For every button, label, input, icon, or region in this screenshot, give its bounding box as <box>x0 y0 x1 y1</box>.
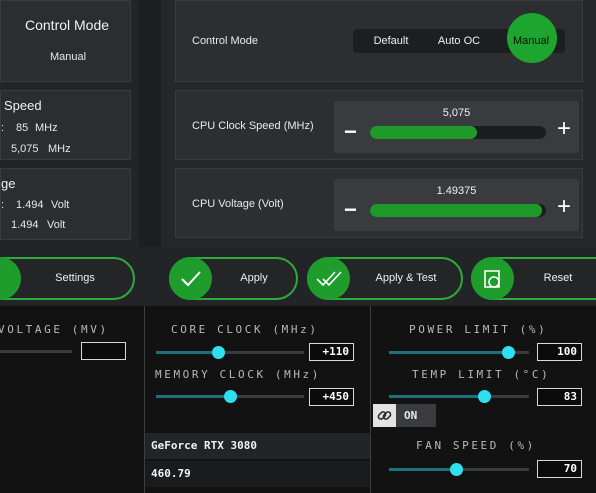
column-divider <box>370 306 371 493</box>
check-icon <box>169 257 212 300</box>
mode-option-auto-oc[interactable]: Auto OC <box>429 29 489 53</box>
speed-row-1-unit: MHz <box>35 122 58 134</box>
link-icon <box>373 404 396 427</box>
cpu-clock-increase-button[interactable]: + <box>557 115 571 143</box>
control-mode-summary-title: Control Mode <box>25 17 110 33</box>
speed-row-1-prefix: : <box>1 122 5 134</box>
gpu-tuning-tool: VOLTAGE (MV) CORE CLOCK (MHz) +110 MEMOR… <box>0 306 596 493</box>
voltage-summary-title: ge <box>1 176 16 191</box>
power-limit-knob[interactable] <box>502 346 515 359</box>
speed-row-1-value: 85 <box>16 122 29 134</box>
cpu-clock-slider[interactable]: 5,075 − + <box>334 101 579 153</box>
temp-limit-heading: TEMP LIMIT (°C) <box>412 368 551 381</box>
speed-row-2-unit: MHz <box>48 143 71 155</box>
control-mode-summary-panel: Control Mode Manual <box>0 0 131 82</box>
core-clock-value-box[interactable]: +110 <box>309 343 354 361</box>
temp-limit-slider[interactable] <box>389 390 529 403</box>
voltage-slider[interactable] <box>0 350 72 353</box>
cpu-voltage-slider[interactable]: 1.49375 − + <box>334 179 579 231</box>
voltage-row-2-value: 1.494 <box>11 219 39 231</box>
fan-speed-fill <box>389 468 457 471</box>
link-toggle-label: ON <box>404 409 418 422</box>
core-clock-knob[interactable] <box>212 346 226 359</box>
reset-button-label: Reset <box>543 272 573 284</box>
double-check-icon <box>307 257 350 300</box>
voltage-row-1-unit: Volt <box>51 199 70 211</box>
cpu-voltage-track[interactable] <box>370 204 546 217</box>
memory-clock-slider[interactable] <box>156 390 304 403</box>
cpu-clock-panel: CPU Clock Speed (MHz) 5,075 − + <box>175 90 583 160</box>
fan-speed-slider[interactable] <box>389 463 529 476</box>
cpu-clock-track[interactable] <box>370 126 546 139</box>
mode-option-manual[interactable]: Manual <box>501 29 561 53</box>
apply-button-label: Apply <box>240 272 268 284</box>
power-limit-heading: POWER LIMIT (%) <box>409 323 548 336</box>
overclock-app: Control Mode Manual Speed : 85 MHz 5,075… <box>0 0 596 305</box>
speed-summary-title: Speed <box>4 98 42 113</box>
memory-clock-knob[interactable] <box>224 390 237 403</box>
memory-clock-fill <box>156 395 230 398</box>
speed-summary-panel: Speed : 85 MHz 5,075 MHz <box>0 90 131 160</box>
cpu-voltage-panel: CPU Voltage (Volt) 1.49375 − + <box>175 168 583 238</box>
cpu-clock-label: CPU Clock Speed (MHz) <box>192 120 314 132</box>
voltage-row-1-prefix: : <box>1 199 5 211</box>
cpu-voltage-fill <box>370 204 543 217</box>
voltage-heading: VOLTAGE (MV) <box>0 323 109 336</box>
apply-button[interactable]: Apply <box>169 257 298 300</box>
voltage-value-box[interactable] <box>81 342 126 360</box>
memory-clock-heading: MEMORY CLOCK (MHz) <box>155 368 322 381</box>
driver-version: 460.79 <box>145 461 370 487</box>
cpu-voltage-increase-button[interactable]: + <box>557 193 571 221</box>
speed-row-2-value: 5,075 <box>11 143 39 155</box>
voltage-row-2-unit: Volt <box>47 219 66 231</box>
gpu-name: GeForce RTX 3080 <box>145 433 370 459</box>
apply-test-button-label: Apply & Test <box>375 272 437 284</box>
power-limit-value-box[interactable]: 100 <box>537 343 582 361</box>
cpu-clock-decrease-button[interactable]: − <box>344 119 357 145</box>
temp-limit-fill <box>389 395 485 398</box>
mode-option-default[interactable]: Default <box>361 29 421 53</box>
control-mode-summary-value: Manual <box>50 51 87 63</box>
cpu-clock-fill <box>370 126 478 139</box>
temp-limit-knob[interactable] <box>478 390 492 403</box>
temp-limit-value-box[interactable]: 83 <box>537 388 582 406</box>
reset-button[interactable]: Reset <box>471 257 596 300</box>
link-toggle[interactable]: ON <box>373 404 436 427</box>
cpu-clock-value: 5,075 <box>442 107 471 119</box>
fan-speed-value-box[interactable]: 70 <box>537 460 582 478</box>
fan-speed-heading: FAN SPEED (%) <box>416 439 536 452</box>
settings-button[interactable]: Settings <box>0 257 135 300</box>
core-clock-fill <box>156 351 219 354</box>
power-limit-slider[interactable] <box>389 346 529 359</box>
core-clock-heading: CORE CLOCK (MHz) <box>171 323 319 336</box>
cpu-voltage-value: 1.49375 <box>436 185 477 197</box>
control-mode-panel: Control Mode Default Auto OC Manual <box>175 0 583 82</box>
fan-speed-knob[interactable] <box>450 463 464 476</box>
power-limit-fill <box>389 351 508 354</box>
divider <box>139 0 161 247</box>
control-mode-label: Control Mode <box>192 35 259 47</box>
cpu-voltage-decrease-button[interactable]: − <box>344 197 357 223</box>
cpu-voltage-label: CPU Voltage (Volt) <box>192 198 284 210</box>
voltage-summary-panel: ge : 1.494 Volt 1.494 Volt <box>0 168 131 240</box>
reset-icon <box>471 257 514 300</box>
voltage-row-1-value: 1.494 <box>16 199 44 211</box>
settings-icon <box>0 257 21 300</box>
apply-test-button[interactable]: Apply & Test <box>307 257 463 300</box>
memory-clock-value-box[interactable]: +450 <box>309 388 354 406</box>
control-mode-selector[interactable]: Default Auto OC Manual <box>353 13 565 63</box>
settings-button-label: Settings <box>55 272 95 284</box>
core-clock-slider[interactable] <box>156 346 304 359</box>
